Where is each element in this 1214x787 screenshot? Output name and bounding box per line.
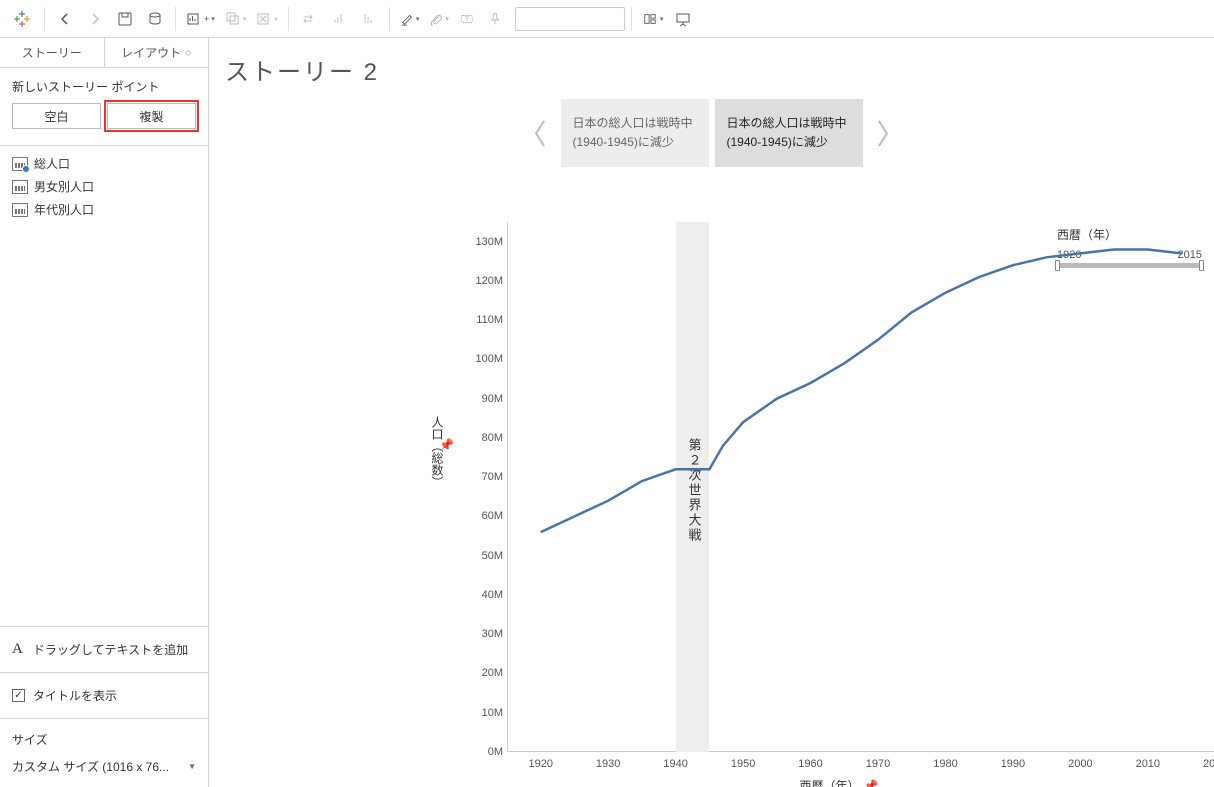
x-tick: 1970 xyxy=(866,758,890,770)
x-axis-label: 西暦（年）📌 xyxy=(429,777,1214,787)
pin-icon[interactable]: 📌 xyxy=(439,438,454,452)
chevron-down-icon: ▼ xyxy=(188,762,196,771)
tab-layout[interactable]: レイアウト◇ xyxy=(105,38,209,67)
size-label: サイズ xyxy=(12,731,196,748)
y-tick: 90M xyxy=(461,393,503,405)
y-tick: 80M xyxy=(461,432,503,444)
svg-text:T: T xyxy=(465,16,470,23)
y-tick: 130M xyxy=(461,236,503,248)
y-tick: 70M xyxy=(461,471,503,483)
pin-icon[interactable]: 📌 xyxy=(864,779,879,787)
story-title[interactable]: ストーリー 2 xyxy=(209,38,1214,95)
label-button[interactable]: T xyxy=(455,5,479,33)
y-tick: 0M xyxy=(461,746,503,758)
x-tick: 1940 xyxy=(663,758,687,770)
x-tick: 2000 xyxy=(1068,758,1092,770)
toolbar: +▾ ▾ ▾ ▾ ▾ T ▾ xyxy=(0,0,1214,38)
sheet-item[interactable]: 総人口 xyxy=(0,152,208,175)
caret-icon: ◇ xyxy=(185,49,191,57)
x-tick: 1930 xyxy=(596,758,620,770)
sheet-label: 総人口 xyxy=(34,155,70,172)
x-tick: 2010 xyxy=(1136,758,1160,770)
x-tick: 2020 xyxy=(1203,758,1214,770)
datasource-button[interactable] xyxy=(141,5,169,33)
save-button[interactable] xyxy=(111,5,139,33)
duplicate-button[interactable]: 複製 xyxy=(107,103,196,129)
nav-next-button[interactable]: 〉 xyxy=(869,113,913,153)
story-side-panel: ストーリー レイアウト◇ 新しいストーリー ポイント 空白 複製 総人口 男女別… xyxy=(0,38,209,787)
blank-button[interactable]: 空白 xyxy=(12,103,101,129)
line-series xyxy=(541,250,1182,533)
show-cards-button[interactable]: ▾ xyxy=(638,5,668,33)
fit-dropdown[interactable] xyxy=(515,7,625,31)
presentation-button[interactable] xyxy=(669,5,697,33)
new-story-point-label: 新しいストーリー ポイント xyxy=(0,68,208,103)
text-icon: A xyxy=(12,641,23,658)
drag-text-zone[interactable]: A ドラッグしてテキストを追加 xyxy=(0,626,208,672)
y-tick: 50M xyxy=(461,550,503,562)
tab-story[interactable]: ストーリー xyxy=(0,38,105,67)
y-tick: 20M xyxy=(461,667,503,679)
y-tick: 40M xyxy=(461,589,503,601)
y-tick: 110M xyxy=(461,314,503,326)
plot-area[interactable]: 第２次世界大戦 0M10M20M30M40M50M60M70M80M90M100… xyxy=(507,222,1214,752)
story-caption-active[interactable]: 日本の総人口は戦時中(1940-1945)に減少 xyxy=(715,99,863,167)
attach-button[interactable]: ▾ xyxy=(425,5,453,33)
clear-sheet-button[interactable]: ▾ xyxy=(252,5,282,33)
duplicate-sheet-button[interactable]: ▾ xyxy=(221,5,251,33)
x-tick: 1950 xyxy=(731,758,755,770)
y-tick: 120M xyxy=(461,275,503,287)
sort-desc-button[interactable] xyxy=(355,5,383,33)
x-tick: 1920 xyxy=(528,758,552,770)
chart: 人口（総数） 📌 第２次世界大戦 0M10M20M30M40M50M60M70M… xyxy=(429,216,1214,787)
sheet-label: 年代別人口 xyxy=(34,201,94,218)
y-tick: 10M xyxy=(461,707,503,719)
forward-button[interactable] xyxy=(81,5,109,33)
nav-prev-button[interactable]: 〈 xyxy=(510,113,554,153)
x-tick: 1960 xyxy=(798,758,822,770)
y-tick: 30M xyxy=(461,628,503,640)
size-value: カスタム サイズ (1016 x 76... xyxy=(12,758,169,775)
show-title-checkbox[interactable]: ✓ xyxy=(12,689,25,702)
x-tick: 1990 xyxy=(1001,758,1025,770)
sheet-label: 男女別人口 xyxy=(34,178,94,195)
swap-button[interactable] xyxy=(295,5,323,33)
sheet-item[interactable]: 年代別人口 xyxy=(0,198,208,221)
size-dropdown[interactable]: カスタム サイズ (1016 x 76... ▼ xyxy=(12,758,196,775)
highlight-button[interactable]: ▾ xyxy=(396,5,424,33)
y-tick: 60M xyxy=(461,510,503,522)
tableau-logo-icon xyxy=(10,7,34,31)
story-caption[interactable]: 日本の総人口は戦時中(1940-1945)に減少 xyxy=(561,99,709,167)
sort-asc-button[interactable] xyxy=(325,5,353,33)
pin-button[interactable] xyxy=(481,5,509,33)
back-button[interactable] xyxy=(51,5,79,33)
new-sheet-button[interactable]: +▾ xyxy=(182,5,219,33)
drag-text-label: ドラッグしてテキストを追加 xyxy=(33,641,188,658)
y-tick: 100M xyxy=(461,353,503,365)
x-tick: 1980 xyxy=(933,758,957,770)
show-title-label: タイトルを表示 xyxy=(33,687,117,704)
sheet-item[interactable]: 男女別人口 xyxy=(0,175,208,198)
story-navigator: 〈 日本の総人口は戦時中(1940-1945)に減少 日本の総人口は戦時中(19… xyxy=(209,99,1214,167)
sheet-icon xyxy=(12,203,28,217)
sheet-icon xyxy=(12,180,28,194)
story-canvas: ストーリー 2 〈 日本の総人口は戦時中(1940-1945)に減少 日本の総人… xyxy=(209,38,1214,787)
sheet-list: 総人口 男女別人口 年代別人口 xyxy=(0,146,208,227)
y-axis-label: 人口（総数） xyxy=(429,416,446,488)
